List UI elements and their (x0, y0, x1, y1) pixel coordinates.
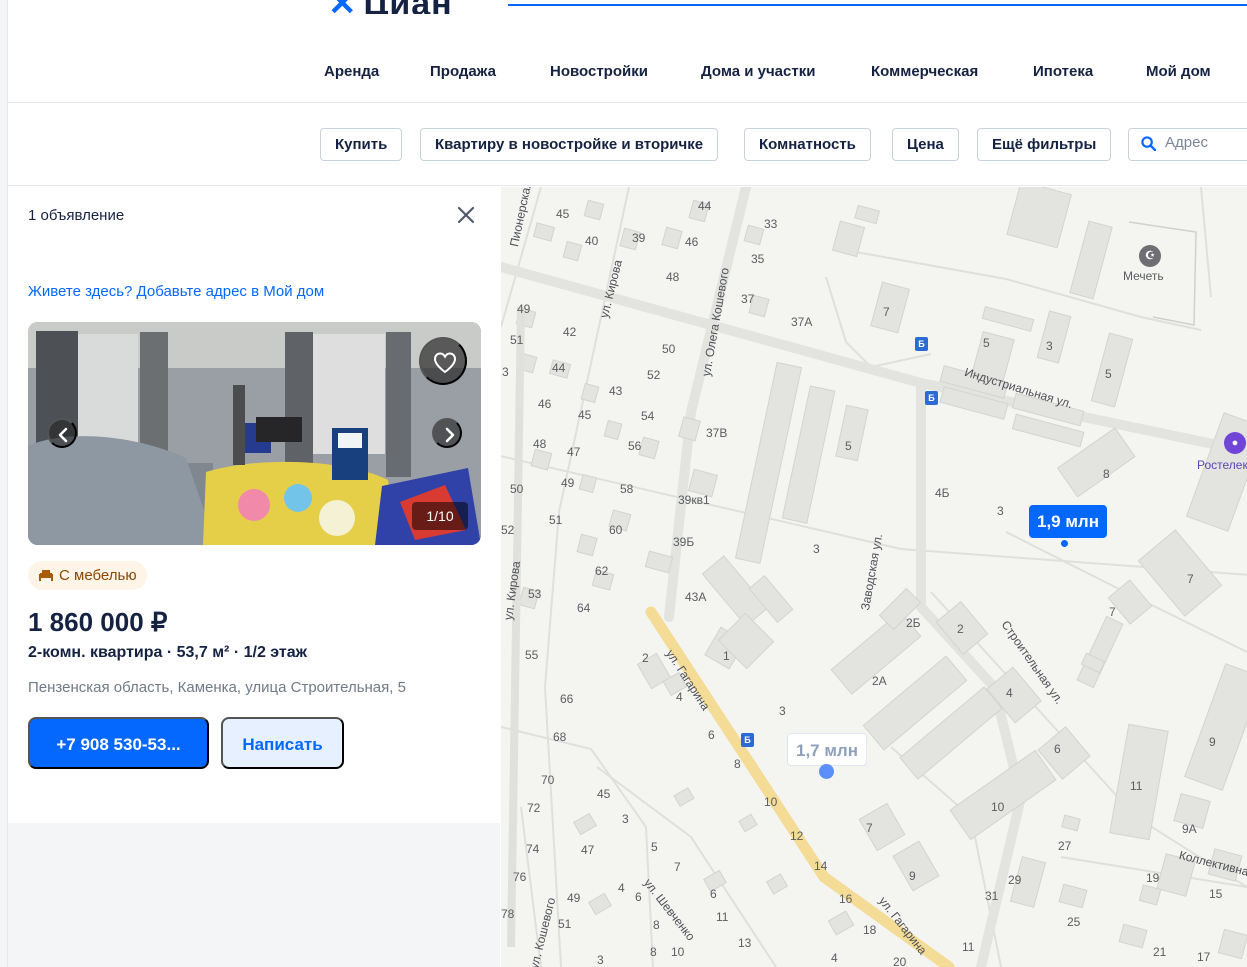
heart-icon (433, 352, 457, 374)
address-search-input[interactable] (1165, 134, 1247, 151)
write-message-button[interactable]: Написать (221, 717, 344, 769)
show-phone-button[interactable]: +7 908 530-53... (28, 717, 209, 769)
listing-price: 1 860 000 ₽ (28, 607, 168, 637)
filter-price-button[interactable]: Цена (892, 128, 959, 161)
nav-item-sale[interactable]: Продажа (430, 63, 496, 80)
search-icon (1141, 136, 1156, 151)
filter-bar: Купить Квартиру в новостройке и вторичке… (8, 104, 1247, 186)
bus-stop-icon: Б (741, 733, 754, 747)
page: ✕Циан Аренда Продажа Новостройки Дома и … (0, 0, 1247, 967)
main-navigation: Аренда Продажа Новостройки Дома и участк… (8, 45, 1247, 103)
sofa-icon (39, 570, 53, 581)
filter-object-type-button[interactable]: Квартиру в новостройке и вторичке (420, 128, 719, 161)
listing-panel: 1 объявление Живете здесь? Добавьте адре… (8, 187, 500, 967)
mosque-icon: ☪ (1139, 245, 1161, 267)
header-underline (508, 0, 1247, 6)
photo-counter: 1/10 (412, 502, 468, 530)
listing-card[interactable]: 1 объявление Живете здесь? Добавьте адре… (8, 187, 500, 823)
photo-next-button[interactable] (432, 418, 462, 448)
cian-logo[interactable]: ✕Циан (328, 0, 453, 14)
nav-item-new-buildings[interactable]: Новостройки (550, 63, 648, 80)
chevron-left-icon (58, 427, 68, 443)
favorite-button[interactable] (419, 337, 467, 385)
nav-item-mortgage[interactable]: Ипотека (1033, 63, 1093, 80)
filter-deal-type-button[interactable]: Купить (320, 128, 403, 161)
nav-item-commercial[interactable]: Коммерческая (871, 63, 978, 80)
close-icon[interactable] (457, 206, 475, 224)
price-pin-active[interactable]: 1,9 млн (1029, 505, 1107, 538)
filter-rooms-button[interactable]: Комнатность (744, 128, 871, 161)
furniture-badge-label: С мебелью (59, 567, 137, 584)
price-pin-inactive[interactable]: 1,7 млн (787, 733, 867, 766)
filter-more-button[interactable]: Ещё фильтры (977, 128, 1112, 161)
address-search (1128, 128, 1247, 161)
bus-stop-icon: Б (915, 337, 928, 351)
bus-stop-icon: Б (925, 391, 938, 405)
photo-prev-button[interactable] (47, 418, 77, 448)
nav-item-rent[interactable]: Аренда (324, 63, 379, 80)
browser-sidebar-edge (0, 0, 8, 967)
chevron-right-icon (445, 427, 455, 443)
nav-item-houses[interactable]: Дома и участки (701, 63, 815, 80)
listing-address: Пензенская область, Каменка, улица Строи… (28, 679, 406, 696)
listing-count: 1 объявление (28, 207, 125, 224)
telecom-poi-icon: ● (1224, 432, 1246, 454)
nav-item-my-home[interactable]: Мой дом (1146, 63, 1211, 80)
my-home-promo-link[interactable]: Живете здесь? Добавьте адрес в Мой дом (28, 283, 324, 300)
listing-title[interactable]: 2-комн. квартира · 53,7 м² · 1/2 этаж (28, 644, 307, 662)
inactive-location-dot (819, 764, 834, 779)
listing-photo[interactable]: 1/10 (28, 322, 481, 545)
furniture-badge: С мебелью (28, 561, 147, 590)
active-location-dot (1061, 540, 1068, 547)
header-top-strip: ✕Циан (8, 0, 1247, 14)
map[interactable]: ☪ Мечеть ● Ростелеком Б Б Б Пионерская у… (501, 187, 1247, 967)
